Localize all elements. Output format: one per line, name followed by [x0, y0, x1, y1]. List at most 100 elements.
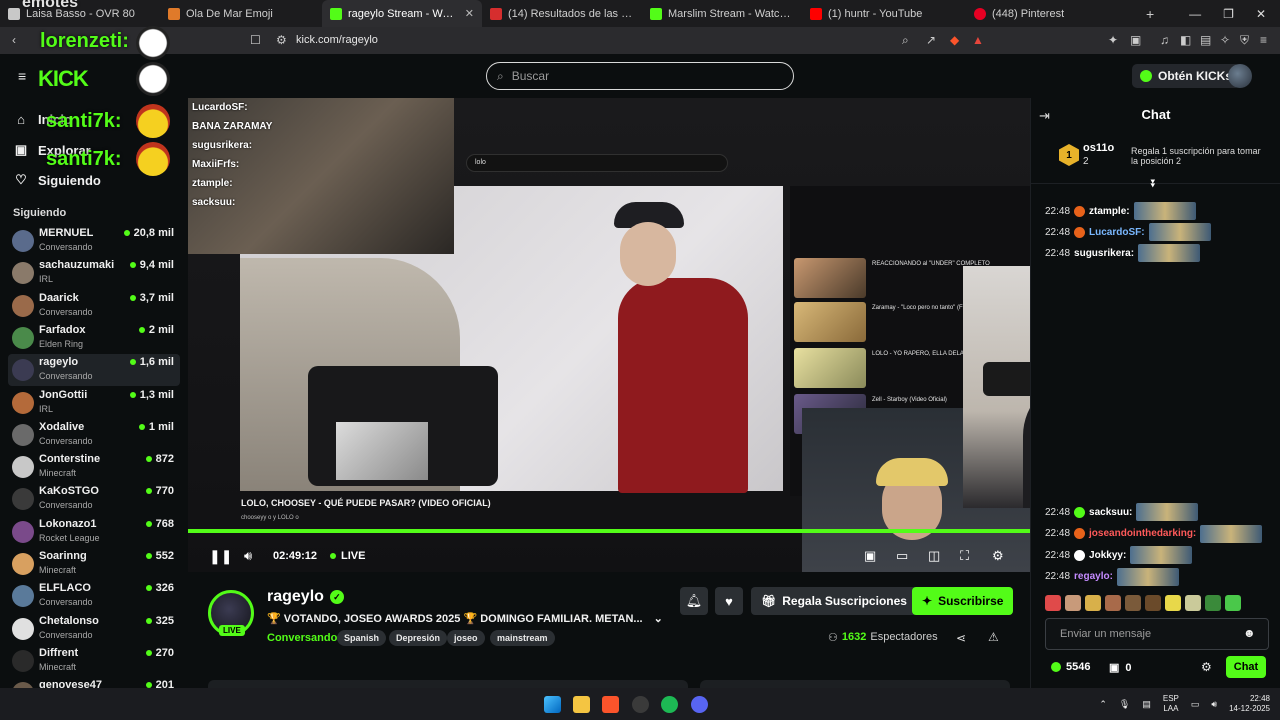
- sidebar-channel-xodalive[interactable]: Xodalive Conversando 1 mil: [8, 419, 180, 451]
- user-avatar[interactable]: [1228, 64, 1252, 88]
- live-indicator[interactable]: LIVE: [330, 550, 365, 562]
- gift-subs-button[interactable]: 🎁︎ Regala Suscripciones: [751, 587, 917, 615]
- emote-icon[interactable]: [1125, 595, 1141, 611]
- back-icon[interactable]: ‹: [12, 33, 16, 47]
- emote-icon[interactable]: [1105, 595, 1121, 611]
- sidebar-channel-genovese47[interactable]: genovese47 201: [8, 677, 180, 688]
- stream-tag[interactable]: mainstream: [490, 630, 555, 646]
- microphone-icon[interactable]: 🎙︎: [1119, 699, 1130, 710]
- kicks-balance[interactable]: 5546: [1051, 661, 1090, 673]
- new-tab-button[interactable]: +: [1146, 6, 1154, 22]
- browser-tab[interactable]: (14) Resultados de las elecciones pre: [482, 0, 642, 27]
- leaderboard-user[interactable]: os11o: [1083, 142, 1114, 154]
- hamburger-icon[interactable]: ≡: [18, 68, 26, 84]
- spotify-icon[interactable]: [661, 696, 678, 713]
- message-username[interactable]: sugusrikera:: [1074, 248, 1134, 259]
- channel-name[interactable]: rageylo ✓: [267, 588, 344, 606]
- emote-icon[interactable]: [1165, 595, 1181, 611]
- screenshot-icon[interactable]: ▣: [1130, 33, 1141, 47]
- wallet-icon[interactable]: ▤: [1200, 33, 1211, 47]
- chat-message-input[interactable]: Enviar un mensaje: [1045, 618, 1269, 650]
- browser-tab-active[interactable]: rageylo Stream - Watch Live ✕: [322, 0, 482, 27]
- discord-icon[interactable]: [691, 696, 708, 713]
- zoom-icon[interactable]: ⌕: [902, 33, 909, 48]
- emote-icon[interactable]: [1085, 595, 1101, 611]
- browser-tab[interactable]: (448) Pinterest: [966, 0, 1126, 27]
- emoji-icon[interactable]: ☻: [1243, 626, 1256, 640]
- chevron-down-icon[interactable]: ⏬︎: [1151, 178, 1157, 191]
- sidebar-channel-mernuel[interactable]: MERNUEL Conversando 20,8 mil: [8, 225, 180, 257]
- browser-tab[interactable]: Ola De Mar Emoji: [160, 0, 322, 27]
- video-player[interactable]: LucardoSF: BANA ZARAMAY sugusrikera: Max…: [188, 98, 1030, 572]
- extensions-icon[interactable]: ✦: [1108, 33, 1118, 47]
- sidebar-channel-jongottii[interactable]: JonGottii IRL 1,3 mil: [8, 387, 180, 419]
- emote-icon[interactable]: [1185, 595, 1201, 611]
- leo-icon[interactable]: ✧: [1220, 33, 1230, 47]
- stream-category[interactable]: Conversando: [267, 632, 337, 644]
- message-username[interactable]: LucardoSF:: [1089, 227, 1145, 238]
- emote-icon[interactable]: [1225, 595, 1241, 611]
- theater-icon[interactable]: ▭: [896, 548, 908, 564]
- sidebar-channel-farfadox[interactable]: Farfadox Elden Ring 2 mil: [8, 322, 180, 354]
- search-input[interactable]: ⌕ Buscar: [486, 62, 794, 90]
- stream-tag[interactable]: Depresión: [389, 630, 448, 646]
- message-username[interactable]: Jokkyy:: [1089, 550, 1126, 561]
- emote-icon[interactable]: [1145, 595, 1161, 611]
- close-window-button[interactable]: ✕: [1256, 7, 1266, 21]
- minimize-button[interactable]: —: [1189, 7, 1201, 21]
- chevron-down-icon[interactable]: ⌄: [654, 613, 663, 625]
- sidebar-channel-diffrent[interactable]: Diffrent Minecraft 270: [8, 645, 180, 677]
- media-icon[interactable]: ♫: [1160, 33, 1169, 47]
- brave-rewards-icon[interactable]: ▲: [972, 33, 984, 47]
- windows-start-icon[interactable]: [544, 696, 561, 713]
- sidebar-channel-rageylo[interactable]: rageylo Conversando 1,6 mil: [8, 354, 180, 387]
- system-clock[interactable]: 22:48 14-12-2025: [1229, 694, 1270, 714]
- brave-browser-icon[interactable]: [602, 696, 619, 713]
- menu-icon[interactable]: ≡: [1260, 33, 1267, 47]
- share-icon[interactable]: ⋖: [956, 631, 966, 645]
- sidebar-channel-kakostgo[interactable]: KaKoSTGO Conversando 770: [8, 483, 180, 515]
- settings-gear-icon[interactable]: ⚙: [992, 548, 1004, 564]
- get-kicks-button[interactable]: Obtén KICKs: [1132, 64, 1241, 88]
- stream-tag[interactable]: joseo: [447, 630, 485, 646]
- chat-send-button[interactable]: Chat: [1226, 656, 1266, 678]
- sidebar-channel-sachauzumaki[interactable]: sachauzumaki IRL 9,4 mil: [8, 257, 180, 289]
- vpn-icon[interactable]: ⛨: [1240, 33, 1249, 48]
- volume-icon[interactable]: 🔊︎: [244, 548, 252, 564]
- url-field[interactable]: kick.com/rageylo: [296, 34, 378, 46]
- sidebar-channel-daarick[interactable]: Daarick Conversando 3,7 mil: [8, 290, 180, 322]
- message-username[interactable]: ztample:: [1089, 206, 1130, 217]
- clip-icon[interactable]: ▣: [864, 548, 876, 564]
- language-indicator[interactable]: ESP LAA: [1163, 694, 1179, 714]
- emote-icon[interactable]: [1065, 595, 1081, 611]
- subscribe-button[interactable]: ✦ Suscribirse: [912, 587, 1014, 615]
- report-icon[interactable]: ⚠: [988, 630, 999, 644]
- notification-bell-button[interactable]: 🔔︎: [680, 587, 708, 615]
- sidebar-channel-elflaco[interactable]: ELFLACO Conversando 326: [8, 580, 180, 612]
- subs-balance[interactable]: ▣ 0: [1109, 661, 1132, 675]
- obs-icon[interactable]: [632, 696, 649, 713]
- sidebar-channel-soarinng[interactable]: Soarinng Minecraft 552: [8, 548, 180, 580]
- message-username[interactable]: joseandointhedarking:: [1089, 528, 1196, 539]
- nav-following[interactable]: ♡ Siguiendo: [14, 172, 101, 188]
- browser-tab[interactable]: Marslim Stream - Watch Live on Kick: [642, 0, 802, 27]
- brave-shield-icon[interactable]: ◆: [950, 33, 959, 47]
- kick-logo[interactable]: KICK: [38, 66, 89, 92]
- close-tab-icon[interactable]: ✕: [465, 7, 474, 20]
- bookmark-icon[interactable]: ☐: [250, 33, 261, 47]
- sidebar-channel-chetalonso[interactable]: Chetalonso Conversando 325: [8, 613, 180, 645]
- message-username[interactable]: regaylo:: [1074, 571, 1113, 582]
- chat-settings-icon[interactable]: ⚙: [1201, 660, 1212, 674]
- display-icon[interactable]: ▭: [1191, 699, 1200, 710]
- stream-tag[interactable]: Spanish: [337, 630, 387, 646]
- sidebar-channel-lokonazo1[interactable]: Lokonazo1 Rocket League 768: [8, 516, 180, 548]
- fullscreen-icon[interactable]: ⛶: [960, 548, 969, 564]
- tray-chevron-icon[interactable]: ⌃: [1099, 699, 1107, 710]
- pause-icon[interactable]: ❚❚: [209, 548, 232, 565]
- message-username[interactable]: sacksuu:: [1089, 507, 1132, 518]
- site-settings-icon[interactable]: ⚙: [276, 33, 287, 47]
- maximize-button[interactable]: ❐: [1223, 7, 1234, 21]
- emote-icon[interactable]: [1045, 595, 1061, 611]
- emote-icon[interactable]: [1205, 595, 1221, 611]
- video-progress-bar[interactable]: [188, 529, 1030, 533]
